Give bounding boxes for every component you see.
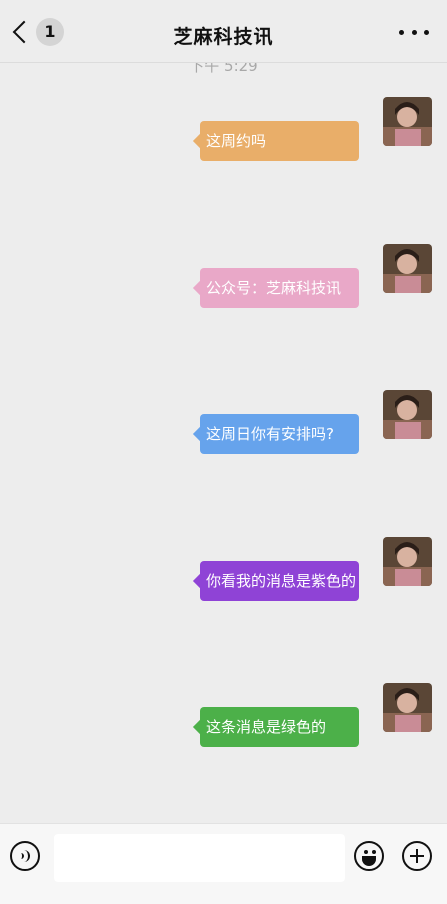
message-row: 你看我的消息是紫色的 xyxy=(0,537,447,607)
message-bubble[interactable]: 你看我的消息是紫色的 xyxy=(200,561,359,601)
avatar[interactable] xyxy=(383,537,432,586)
message-row: 这周约吗 xyxy=(0,97,447,167)
voice-wave xyxy=(20,850,30,862)
message-row: 这周日你有安排吗? xyxy=(0,390,447,460)
avatar[interactable] xyxy=(383,390,432,439)
avatar[interactable] xyxy=(383,97,432,146)
more-dot xyxy=(424,29,429,35)
input-bar xyxy=(0,823,447,904)
message-bubble[interactable]: 这周日你有安排吗? xyxy=(200,414,359,454)
avatar[interactable] xyxy=(383,244,432,293)
message-input[interactable] xyxy=(54,834,345,882)
emoji-mouth xyxy=(362,856,376,866)
message-row: 公众号：芝麻科技讯 xyxy=(0,244,447,314)
avatar[interactable] xyxy=(383,683,432,732)
emoji-button[interactable] xyxy=(354,841,384,871)
emoji-eye xyxy=(372,850,376,854)
more-dot xyxy=(411,29,417,35)
more-button[interactable] xyxy=(399,25,429,39)
message-bubble[interactable]: 这周约吗 xyxy=(200,121,359,161)
message-bubble[interactable]: 这条消息是绿色的 xyxy=(200,707,359,747)
message-row: 这条消息是绿色的 xyxy=(0,683,447,753)
voice-button[interactable] xyxy=(10,841,40,871)
more-dots-icon xyxy=(399,29,404,35)
emoji-eye xyxy=(364,850,368,854)
message-bubble[interactable]: 公众号：芝麻科技讯 xyxy=(200,268,359,308)
chat-title: 芝麻科技讯 xyxy=(173,26,274,48)
plus-button[interactable] xyxy=(402,841,432,871)
navigation-bar: 1 芝麻科技讯 xyxy=(0,0,447,63)
